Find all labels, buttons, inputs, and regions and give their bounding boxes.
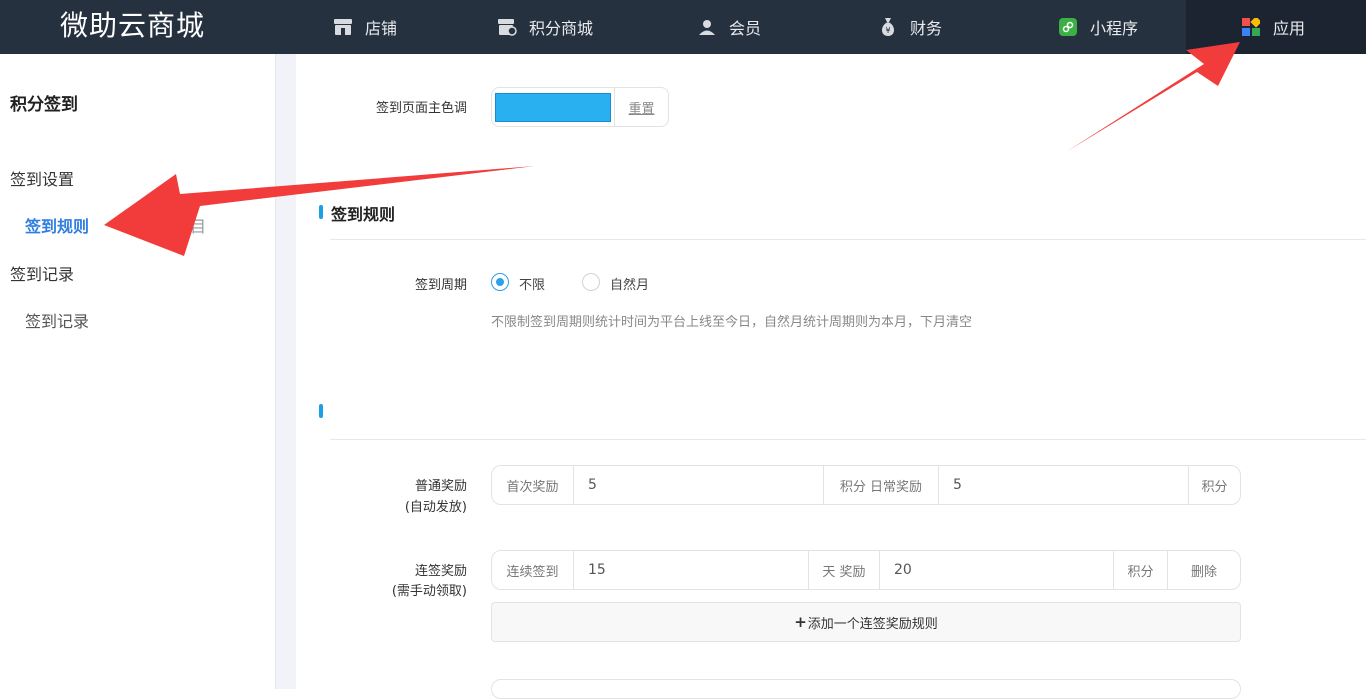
sign-cycle-hint: 不限制签到周期则统计时间为平台上线至今日，自然月统计周期则为本月，下月清空 <box>491 315 973 330</box>
nav-item-store[interactable]: 店铺 <box>333 0 397 54</box>
radio-unlimited[interactable] <box>491 273 509 291</box>
streak-days-addon: 连续签到 <box>506 564 559 580</box>
plus-icon: + <box>794 613 807 631</box>
points-unit-addon: 积分 <box>1201 479 1228 495</box>
nav-item-mini-program[interactable]: 小程序 <box>1058 0 1138 54</box>
member-icon <box>697 17 717 37</box>
add-streak-rule-button[interactable]: + 添加一个连签奖励规则 <box>491 602 1241 642</box>
color-swatch[interactable] <box>495 93 611 122</box>
arrow-right-icon <box>1066 42 1240 152</box>
delete-streak-button[interactable]: 删除 <box>1168 551 1240 589</box>
normal-reward-group: 首次奖励 5 积分 日常奖励 5 积分 <box>491 465 1241 505</box>
nav-item-apps[interactable]: 应用 <box>1186 0 1366 54</box>
nav-item-points-mall[interactable]: 积分商城 <box>497 0 593 54</box>
apps-icon <box>1241 17 1261 37</box>
next-input-group <box>491 679 1241 699</box>
normal-reward-label: 普通奖励 <box>414 479 467 494</box>
nav-item-member[interactable]: 会员 <box>697 0 761 54</box>
store-icon <box>333 17 353 37</box>
streak-unit-addon: 积分 <box>1127 564 1154 580</box>
section-divider <box>330 239 1366 240</box>
reset-color-button[interactable]: 重置 <box>614 88 668 126</box>
nav-label: 小程序 <box>1090 19 1139 38</box>
sidebar-item-sign-rules[interactable]: 签到规则 <box>25 213 89 237</box>
sidebar-title: 积分签到 <box>10 95 78 115</box>
streak-reward-label: 连签奖励 <box>414 564 467 579</box>
sidebar <box>0 54 276 689</box>
radio-natural-month[interactable] <box>582 273 600 291</box>
nav-label: 会员 <box>729 19 762 38</box>
sidebar-item-sign-records[interactable]: 签到记录 <box>25 308 89 332</box>
mini-program-icon <box>1058 17 1078 37</box>
streak-reward-sub: (需手动领取) <box>391 584 467 599</box>
sidebar-group-sign-settings[interactable]: 签到设置 <box>10 166 74 190</box>
theme-color-label: 签到页面主色调 <box>375 101 467 116</box>
radio-unlimited-label: 不限 <box>519 278 546 293</box>
sidebar-hidden-fragment: 目 <box>190 217 207 236</box>
streak-days-input[interactable]: 15 <box>574 551 808 589</box>
radio-natural-month-label: 自然月 <box>610 278 650 293</box>
nav-item-finance[interactable]: ¥ 财务 <box>878 0 942 54</box>
section-title-sign-rules: 签到规则 <box>331 205 396 224</box>
section-divider <box>330 439 1366 440</box>
svg-text:¥: ¥ <box>885 26 890 35</box>
sign-cycle-label: 签到周期 <box>414 278 467 293</box>
section-accent-bar <box>319 205 323 219</box>
daily-reward-input[interactable]: 5 <box>939 466 1188 504</box>
add-streak-rule-label: 添加一个连签奖励规则 <box>807 616 938 632</box>
streak-mid-addon: 天 奖励 <box>822 564 866 580</box>
section-accent-bar <box>319 404 323 418</box>
money-bag-icon: ¥ <box>878 17 898 37</box>
daily-reward-addon: 积分 日常奖励 <box>839 479 923 495</box>
streak-points-input[interactable]: 20 <box>880 551 1113 589</box>
app-logo-title: 微助云商城 <box>60 9 206 42</box>
normal-reward-sub: (自动发放) <box>404 500 467 515</box>
first-reward-input[interactable]: 5 <box>574 466 823 504</box>
sidebar-group-sign-records[interactable]: 签到记录 <box>10 261 74 285</box>
points-mall-icon <box>497 17 517 37</box>
nav-label: 店铺 <box>365 19 398 38</box>
first-reward-addon: 首次奖励 <box>506 479 559 495</box>
streak-reward-group: 连续签到 15 天 奖励 20 积分 删除 <box>491 550 1241 590</box>
nav-label: 应用 <box>1273 19 1306 38</box>
sidebar-gutter <box>276 54 296 689</box>
top-navbar: 微助云商城 店铺 积分商城 会员 ¥ 财务 小程序 应用 <box>0 0 1366 54</box>
nav-label: 积分商城 <box>529 19 594 38</box>
nav-label: 财务 <box>910 19 943 38</box>
